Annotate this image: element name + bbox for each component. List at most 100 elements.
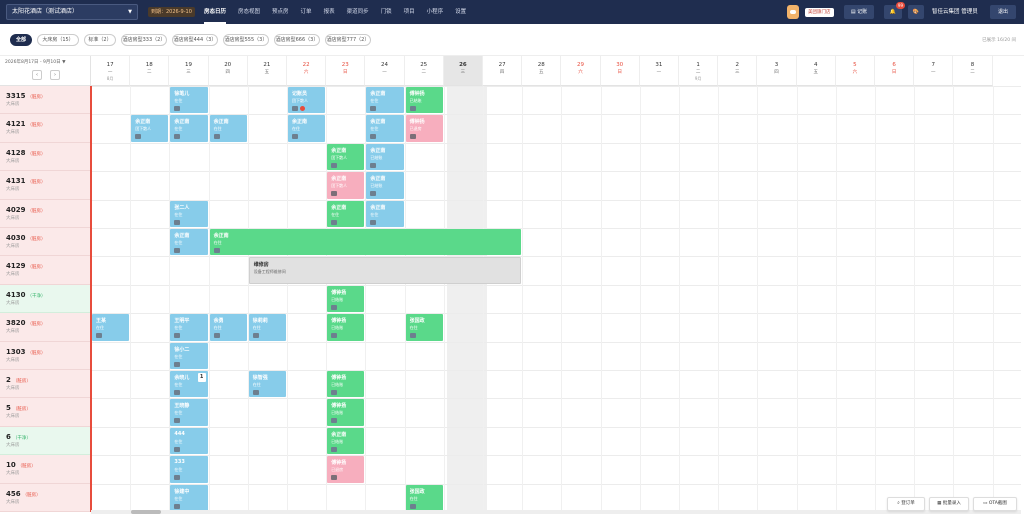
register-order-button[interactable]: ⌕ 登订单 [887, 497, 925, 511]
card-icon [252, 333, 259, 339]
logout-button[interactable]: 退出 [990, 5, 1016, 19]
booking-block[interactable]: 余正南 在住 [327, 200, 365, 227]
room-row-header[interactable]: 5 （脏房） 大床房 [0, 398, 91, 427]
room-row-header[interactable]: 6 （干净） 大床房 [0, 426, 91, 456]
booking-block[interactable]: 傅钟扬 已退房 [405, 115, 443, 142]
booking-block[interactable]: 记账员 团下散人 [288, 87, 326, 114]
filter-chip[interactable]: 标准（2） [84, 34, 116, 46]
room-type: 大床房 [6, 130, 20, 136]
booking-block[interactable]: 张国政 在住 [405, 314, 443, 341]
booking-block[interactable]: 余正南 团下散人 [327, 172, 365, 199]
weekday: 日 [891, 70, 897, 75]
room-row-header[interactable]: 456 （脏房） 大床房 [0, 483, 91, 512]
scrollbar-thumb[interactable] [131, 510, 161, 514]
date-range-picker[interactable]: 2026年8月17日 - 9月10日 ▼ [5, 59, 66, 65]
booking-block[interactable]: 余正南 在住 [366, 87, 404, 114]
booking-block[interactable]: 余正南 在住 [366, 115, 404, 142]
booking-block[interactable]: 444 在住 [170, 427, 208, 455]
nav-item[interactable]: 预点房 [272, 0, 289, 24]
room-row-header[interactable]: 4121 （脏房） 大床房 [0, 114, 91, 143]
booking-block[interactable]: 余正南 在住 [170, 229, 208, 256]
date-range-header: 2026年8月17日 - 9月10日 ▼ ‹ › [0, 56, 91, 86]
theme-button[interactable]: 🎨 [908, 5, 924, 19]
store-badge[interactable]: 美团旗门店 [805, 8, 834, 17]
booking-block[interactable]: 张国政 在住 [405, 484, 443, 511]
booking-block[interactable]: 傅钟扬 已结账 [405, 87, 443, 114]
filter-chip[interactable]: 全部 [10, 34, 32, 46]
weekday: 二 [147, 70, 152, 75]
booking-block[interactable]: 张二人 在住 [170, 200, 208, 227]
booking-block[interactable]: 余正南 在住 [209, 115, 247, 142]
filter-chip[interactable]: 大床房（15） [37, 34, 79, 46]
nav-item[interactable]: 房态日历 [204, 0, 227, 24]
booking-block[interactable]: 余晓儿 在住 1 [170, 371, 208, 398]
nav-item[interactable]: 渠道同步 [347, 0, 369, 24]
booking-block[interactable]: 余正南 已结账 [366, 172, 404, 199]
nav-item[interactable]: 项目 [404, 0, 415, 24]
horizontal-scrollbar[interactable] [91, 510, 1021, 514]
room-row-header[interactable]: 4030 （脏房） 大床房 [0, 228, 91, 257]
booking-block[interactable]: 傅钟扬 已结账 [327, 399, 365, 426]
room-row-header[interactable]: 3820 （脏房） 大床房 [0, 313, 91, 342]
room-row-header[interactable]: 4128 （脏房） 大床房 [0, 142, 91, 172]
filter-chip[interactable]: 酒店房型777（2） [325, 34, 371, 46]
room-row-header[interactable]: 4130 （干净） 大床房 [0, 284, 91, 314]
nav-item[interactable]: 房态视图 [238, 0, 260, 24]
room-row-header[interactable]: 3315 （脏房） 大床房 [0, 86, 91, 115]
booking-block[interactable]: 徐小二 在住 [170, 342, 208, 369]
booking-block[interactable]: 余正南 团下散人 [327, 143, 365, 171]
booking-block[interactable]: 余正南 在住 [288, 115, 326, 142]
booking-block[interactable]: 余正南 在住 [170, 115, 208, 142]
booking-block[interactable]: 傅钟扬 已退房 [327, 456, 365, 483]
notification-button[interactable]: 🔔 99 [884, 2, 905, 19]
filter-chip[interactable]: 酒店房型333（2） [121, 34, 167, 46]
nav-item[interactable]: 订单 [301, 0, 312, 24]
booking-block[interactable]: 徐建中 在住 [170, 484, 208, 511]
booking-block[interactable]: 余正南 已结账 [366, 143, 404, 171]
filter-chip[interactable]: 酒店房型555（3） [223, 34, 269, 46]
booking-block[interactable]: 王晓静 在住 [170, 399, 208, 426]
room-row-header[interactable]: 4131 （脏房） 大床房 [0, 171, 91, 200]
filter-chip[interactable]: 酒店房型666（3） [274, 34, 320, 46]
nav-item[interactable]: 门锁 [381, 0, 392, 24]
nav-item[interactable]: 报表 [324, 0, 335, 24]
note-button[interactable]: ▤ 记账 [844, 5, 874, 19]
grid-col-line [992, 86, 994, 512]
booking-block[interactable]: 333 在住 [170, 456, 208, 483]
grid-col-line [208, 86, 210, 512]
booking-block[interactable]: 余正南 已结账 [327, 427, 365, 455]
booking-block[interactable]: 徐智强 在住 [248, 371, 286, 398]
nav-item[interactable]: 小程序 [427, 0, 444, 24]
ota-screenshot-button[interactable]: ▭ OTA截图 [973, 497, 1017, 511]
booking-block[interactable]: 王明平 在住 [170, 314, 208, 341]
booking-block[interactable]: 王某 在住 [92, 314, 130, 341]
card-icon [292, 134, 298, 140]
booking-block[interactable]: 余勇 在住 [209, 314, 247, 341]
booking-block[interactable]: 余正南 在住 [209, 229, 522, 256]
mascot-icon [787, 5, 799, 19]
booking-block[interactable]: 余正南 在住 [366, 200, 404, 227]
booking-block[interactable]: 傅钟扬 已结账 [327, 285, 365, 313]
booking-block[interactable]: 徐笔儿 在住 [170, 87, 208, 114]
date-column-header: 7一 [914, 56, 954, 86]
booking-block[interactable]: 傅钟扬 已结账 [327, 314, 365, 341]
booking-block[interactable]: 徐莉莉 在住 [248, 314, 286, 341]
next-button[interactable]: › [50, 70, 60, 80]
booking-block[interactable]: 余正南 团下散人 [131, 115, 169, 142]
weekday: 二 [970, 70, 975, 75]
room-row-header[interactable]: 1303 （脏房） 大床房 [0, 341, 91, 370]
user-name[interactable]: 智佳云集团 管理员 [932, 0, 978, 24]
room-row-header[interactable]: 4129 （脏房） 大床房 [0, 256, 91, 285]
booking-block[interactable]: 维修房 设备工程师维修间 [248, 257, 522, 284]
booking-status: 设备工程师维修间 [253, 269, 286, 275]
room-row-header[interactable]: 4029 （脏房） 大床房 [0, 199, 91, 228]
hotel-selector[interactable]: 太阳花酒店（测试酒店） ▼ [6, 4, 138, 20]
filter-chip[interactable]: 酒店房型444（3） [172, 34, 218, 46]
batch-entry-button[interactable]: ▦ 批量录入 [929, 497, 969, 511]
room-row-header[interactable]: 2 （脏房） 大床房 [0, 370, 91, 399]
nav-item[interactable]: 设置 [455, 0, 466, 24]
card-icon [331, 304, 338, 310]
room-row-header[interactable]: 10 （脏房） 大床房 [0, 455, 91, 484]
prev-button[interactable]: ‹ [32, 70, 42, 80]
booking-block[interactable]: 傅钟扬 已结账 [327, 371, 365, 398]
